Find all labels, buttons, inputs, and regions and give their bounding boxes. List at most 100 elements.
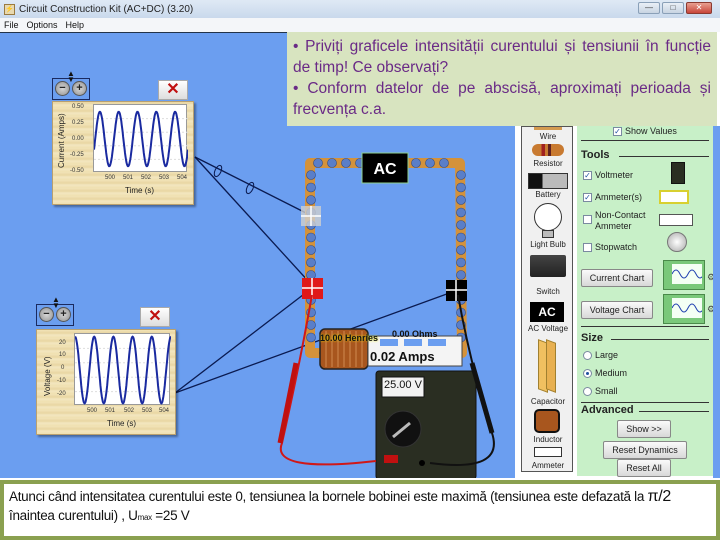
chart-probe-wire (194, 156, 311, 216)
ammeters-checkbox[interactable]: ✓ (583, 192, 592, 202)
electron-bead (306, 182, 316, 193)
current-chart-panel[interactable]: Current (Amps) 0.50 0.25 0.00 -0.25 -0.5… (52, 101, 194, 205)
ytick: 0.00 (72, 136, 84, 142)
toolbox-ammeter[interactable]: Ammeter (522, 461, 574, 470)
umax-subscript: max (137, 513, 153, 522)
voltmeter-checkbox[interactable]: ✓ (583, 170, 592, 180)
toolbox-inductor[interactable]: Inductor (522, 435, 574, 444)
resize-arrows-icon[interactable]: ▲ ▼ (52, 296, 60, 310)
switch-icon[interactable] (530, 255, 566, 277)
divider (639, 411, 709, 412)
xtick: 500 (105, 175, 116, 181)
size-small-label: Small (595, 386, 618, 396)
toolbox-capacitor[interactable]: Capacitor (522, 397, 574, 406)
electron-bead (456, 220, 466, 230)
toolbox-ac-voltage[interactable]: AC Voltage (522, 324, 574, 333)
electron-bead (456, 270, 466, 280)
size-medium-row[interactable]: Medium (583, 368, 627, 378)
inductor-icon[interactable] (534, 409, 560, 433)
show-values-checkbox[interactable]: ✓ (613, 126, 622, 136)
xtick: 502 (141, 175, 152, 181)
size-small-row[interactable]: Small (583, 386, 618, 396)
menu-file[interactable]: File (4, 20, 19, 30)
show-values-row[interactable]: ✓ Show Values (613, 126, 677, 136)
electron-bead (306, 332, 316, 343)
electron-bead (327, 158, 337, 168)
electron-bead (456, 207, 466, 218)
light-bulb-icon[interactable] (534, 203, 562, 231)
toolbox-wire[interactable]: Wire (522, 132, 574, 141)
close-voltage-chart-button[interactable]: ✕ (140, 307, 170, 327)
reset-dynamics-button[interactable]: Reset Dynamics (603, 441, 687, 459)
stopwatch-icon (667, 232, 687, 252)
voltage-chart-panel[interactable]: Voltage (V) 20 10 0 -10 -20 500 501 502 … (36, 329, 176, 435)
electron-bead (456, 170, 466, 180)
voltage-chart-thumbnail[interactable] (663, 294, 705, 324)
toolbox-resistor[interactable]: Resistor (522, 159, 574, 168)
wire-icon[interactable] (534, 127, 562, 130)
xtick: 501 (123, 175, 134, 181)
ammeter-resistance: 0.00 Ohms (392, 329, 438, 339)
instruction-line-2: • Conform datelor de pe abscisă, aproxim… (293, 80, 711, 118)
menu-help[interactable]: Help (66, 20, 85, 30)
electron-bead (456, 257, 466, 268)
resistor-icon[interactable] (532, 144, 564, 156)
electron-bead (313, 158, 323, 168)
size-large-radio[interactable] (583, 350, 592, 360)
show-advanced-button[interactable]: Show >> (617, 420, 671, 438)
size-large-row[interactable]: Large (583, 350, 618, 360)
battery-icon[interactable] (528, 173, 568, 189)
electron-bead (341, 158, 351, 168)
minimize-button[interactable]: — (638, 2, 660, 14)
toolbox-switch[interactable]: Switch (522, 287, 574, 296)
maximize-button[interactable]: □ (662, 2, 684, 14)
conclusion-part-1: Atunci când intensitatea curentului este… (9, 489, 648, 504)
control-panel: ✓ Show Values Tools ✓ Voltmeter ✓ Ammete… (577, 126, 715, 477)
ac-source-label: AC (373, 161, 397, 178)
current-chart-button[interactable]: Current Chart (581, 269, 653, 287)
show-values-label: Show Values (625, 126, 677, 136)
voltmeter-reading: 25.00 V (384, 379, 422, 391)
xtick: 502 (124, 408, 135, 414)
ac-voltage-icon[interactable]: AC (530, 302, 564, 322)
divider (611, 339, 709, 340)
close-window-button[interactable]: ✕ (686, 2, 712, 14)
electron-bead (306, 245, 316, 255)
current-chart-ylabel: Current (Amps) (57, 113, 66, 168)
voltage-chart-button[interactable]: Voltage Chart (581, 301, 653, 319)
wire-beads (306, 158, 466, 358)
resize-arrows-icon[interactable]: ▲ ▼ (67, 70, 75, 84)
toolbox-light-bulb[interactable]: Light Bulb (522, 240, 574, 249)
toolbox-battery[interactable]: Battery (522, 190, 574, 199)
electron-bead (306, 195, 316, 205)
noncontact-checkbox[interactable] (583, 215, 592, 224)
size-small-radio[interactable] (583, 386, 592, 396)
ammeters-row[interactable]: ✓ Ammeter(s) (583, 192, 642, 202)
electron-bead (456, 245, 466, 255)
electron-bead (456, 232, 466, 243)
ytick: 20 (59, 340, 66, 346)
electron-bead (306, 257, 316, 268)
ammeter-thumbnail-icon (659, 190, 689, 204)
reset-all-button[interactable]: Reset All (617, 459, 671, 477)
close-current-chart-button[interactable]: ✕ (158, 80, 188, 100)
size-medium-radio[interactable] (583, 368, 592, 378)
component-toolbox: Wire Resistor Battery Light Bulb Switch … (521, 126, 573, 472)
current-plot-area (93, 104, 189, 172)
voltmeter-label: Voltmeter (595, 170, 634, 180)
ytick: -10 (57, 378, 66, 384)
voltmeter-row[interactable]: ✓ Voltmeter (583, 170, 633, 180)
menu-options[interactable]: Options (27, 20, 58, 30)
wire-loop (305, 158, 467, 358)
advanced-section-title: Advanced (581, 404, 634, 416)
voltage-plot-area (74, 333, 172, 405)
stopwatch-row[interactable]: Stopwatch (583, 242, 637, 252)
current-series-line (93, 110, 189, 168)
menu-bar: File Options Help (0, 18, 720, 32)
instruction-line-1: • Priviți graficele intensității curentu… (293, 38, 711, 76)
noncontact-row[interactable]: Non-Contact Ammeter (583, 210, 655, 232)
xtick: 501 (105, 408, 116, 414)
ammeter-icon[interactable] (534, 447, 562, 457)
current-chart-thumbnail[interactable] (663, 260, 705, 290)
stopwatch-checkbox[interactable] (583, 242, 592, 252)
